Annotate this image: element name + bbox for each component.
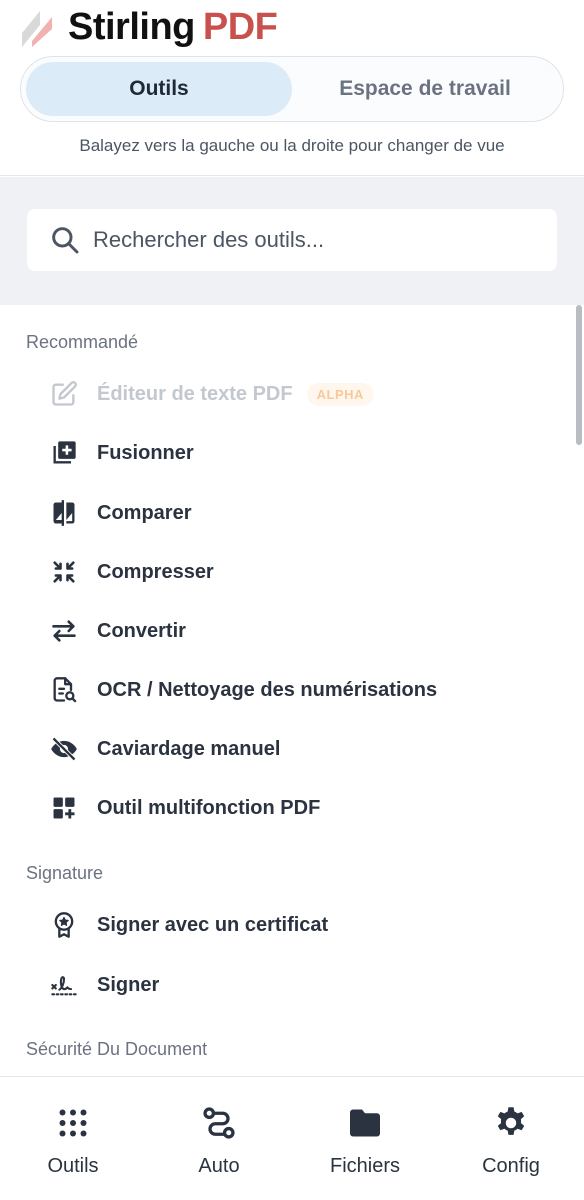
tool-label: Outil multifonction PDF (97, 796, 321, 819)
tool-label: Signer (97, 973, 160, 996)
tool-list: Recommandé Éditeur de texte PDF ALPHA Fu… (0, 305, 584, 1076)
edit-icon (50, 380, 78, 408)
nav-tools[interactable]: Outils (0, 1077, 146, 1200)
grid-icon (59, 1109, 87, 1137)
tool-label: Compresser (97, 560, 214, 583)
tool-label: Caviardage manuel (97, 737, 281, 760)
brand-name-part1: Stirling (68, 6, 195, 48)
search-input[interactable] (93, 209, 557, 271)
compress-icon (50, 558, 78, 586)
tool-sign[interactable]: Signer (50, 963, 550, 1007)
header: Stirling PDF Outils Espace de travail Bal… (0, 0, 584, 176)
nav-label: Auto (198, 1155, 240, 1177)
view-switcher: Outils Espace de travail (20, 56, 564, 122)
signature-icon (50, 971, 78, 999)
tool-label: Éditeur de texte PDF (97, 382, 293, 405)
nav-label: Outils (47, 1155, 99, 1177)
multitool-icon (50, 794, 78, 822)
compare-icon (50, 499, 78, 527)
app-root: Stirling PDF Outils Espace de travail Bal… (0, 0, 584, 1200)
tool-label: OCR / Nettoyage des numérisations (97, 678, 438, 701)
logo-mark-icon (22, 11, 52, 47)
section-title-signature: Signature (26, 863, 104, 883)
tool-redact[interactable]: Caviardage manuel (50, 727, 550, 771)
section-title-recommended: Recommandé (26, 332, 139, 352)
nav-auto[interactable]: Auto (146, 1077, 292, 1200)
tool-multitool[interactable]: Outil multifonction PDF (50, 786, 550, 830)
merge-icon (50, 439, 78, 467)
tool-sign-certificate[interactable]: Signer avec un certificat (50, 903, 550, 947)
tool-convert[interactable]: Convertir (50, 609, 550, 653)
redact-icon (50, 735, 78, 763)
tool-label: Convertir (97, 619, 186, 642)
certificate-icon (50, 911, 78, 939)
search-band (0, 177, 584, 305)
logo: Stirling PDF (18, 6, 278, 48)
tool-merge[interactable]: Fusionner (50, 431, 550, 475)
folder-icon (350, 1109, 380, 1137)
tool-pdf-text-editor[interactable]: Éditeur de texte PDF ALPHA (50, 372, 550, 416)
tool-compress[interactable]: Compresser (50, 550, 550, 594)
gear-icon (497, 1107, 525, 1135)
bottom-nav: Outils Auto Fichiers Config (0, 1076, 584, 1200)
convert-icon (50, 617, 78, 645)
nav-files[interactable]: Fichiers (292, 1077, 438, 1200)
tool-label: Comparer (97, 501, 192, 524)
brand-name: Stirling PDF (68, 6, 278, 48)
tool-ocr[interactable]: OCR / Nettoyage des numérisations (50, 668, 550, 712)
tool-label: Fusionner (97, 441, 194, 464)
section-title-security: Sécurité Du Document (26, 1039, 208, 1059)
search-icon (52, 227, 79, 254)
tab-workspace[interactable]: Espace de travail (292, 62, 558, 116)
search-box[interactable] (27, 209, 557, 271)
nav-label: Config (482, 1155, 540, 1177)
tool-compare[interactable]: Comparer (50, 491, 550, 535)
nav-label: Fichiers (329, 1155, 400, 1177)
brand-name-part2: PDF (202, 6, 278, 48)
automation-icon (203, 1107, 235, 1139)
ocr-icon (50, 676, 78, 704)
tab-tools[interactable]: Outils (26, 62, 292, 116)
scrollbar[interactable] (576, 305, 582, 445)
nav-config[interactable]: Config (438, 1077, 584, 1200)
alpha-badge: ALPHA (306, 382, 374, 406)
tool-label: Signer avec un certificat (97, 913, 329, 936)
swipe-hint: Balayez vers la gauche ou la droite pour… (79, 136, 505, 155)
